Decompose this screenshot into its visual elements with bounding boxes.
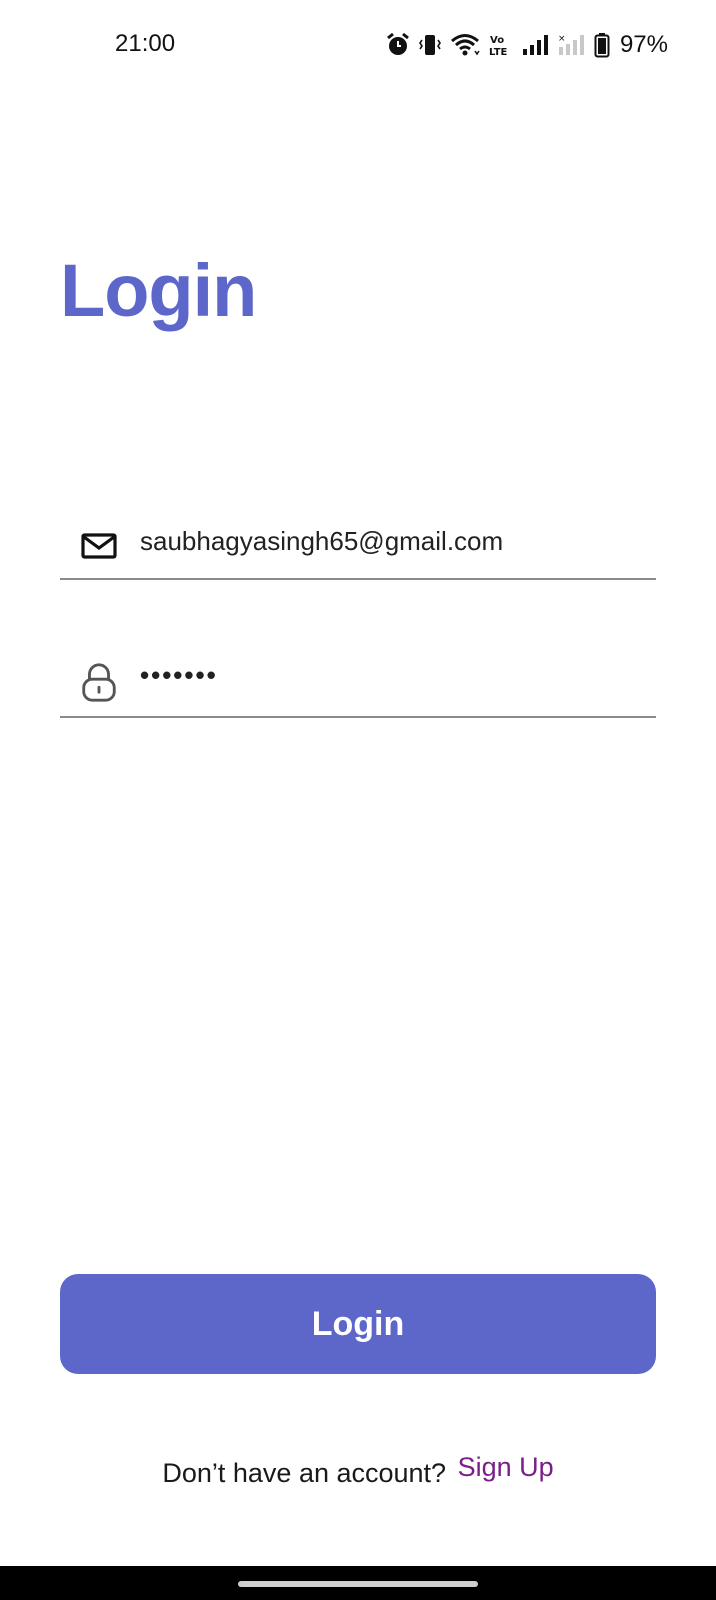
status-icons: Vo LTE × 97% bbox=[386, 30, 668, 60]
signup-link[interactable]: Sign Up bbox=[458, 1452, 554, 1482]
signup-row: Don’t have an account? Sign Up bbox=[0, 1452, 716, 1489]
svg-text:×: × bbox=[558, 34, 566, 44]
mail-icon bbox=[81, 533, 117, 559]
battery-icon bbox=[594, 33, 610, 58]
alarm-icon bbox=[387, 32, 409, 55]
vibrate-icon bbox=[418, 35, 441, 55]
email-value: saubhagyasingh65@gmail.com bbox=[140, 526, 504, 556]
home-gesture-handle[interactable] bbox=[238, 1581, 478, 1587]
svg-text:Vo: Vo bbox=[490, 35, 504, 46]
lock-icon bbox=[82, 663, 116, 702]
login-button[interactable]: Login bbox=[60, 1274, 656, 1374]
signup-prompt: Don’t have an account? bbox=[162, 1458, 447, 1488]
email-field[interactable]: saubhagyasingh65@gmail.com bbox=[60, 518, 656, 580]
password-field[interactable]: ••••••• bbox=[60, 656, 656, 718]
volte-icon: Vo LTE bbox=[489, 35, 508, 58]
password-value: ••••••• bbox=[140, 660, 218, 690]
status-time: 21:00 bbox=[115, 30, 176, 57]
signal-icon bbox=[522, 35, 548, 55]
signal-no-sim-icon: × bbox=[558, 34, 584, 55]
page-title: Login bbox=[60, 249, 257, 332]
battery-percent: 97% bbox=[619, 31, 668, 58]
wifi-icon bbox=[450, 34, 480, 56]
navigation-bar bbox=[0, 1566, 716, 1600]
status-bar: 21:00 Vo LTE × 97% bbox=[0, 0, 716, 92]
svg-text:LTE: LTE bbox=[489, 47, 508, 58]
